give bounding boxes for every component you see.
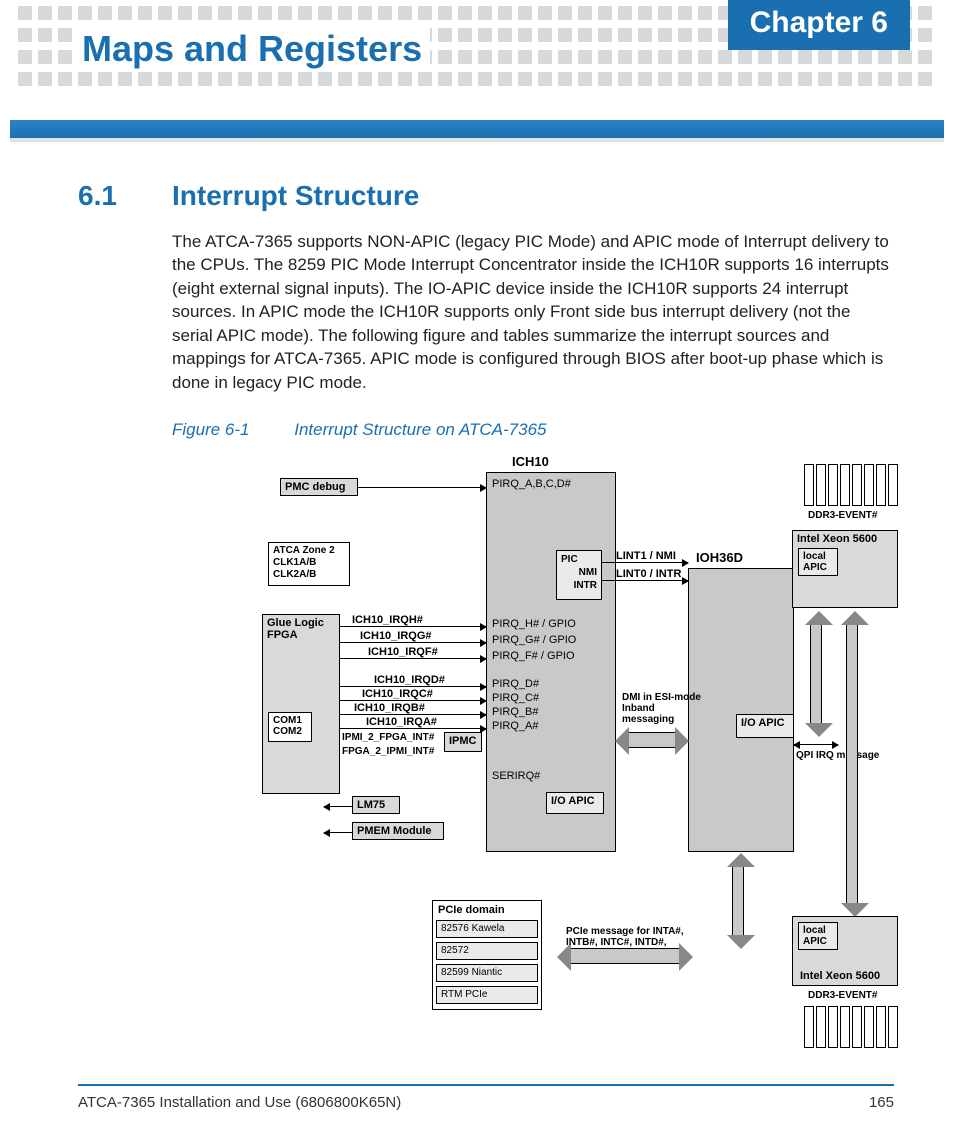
qpi-vert-2 [846, 624, 858, 904]
pcie-item-1: 82572 [436, 942, 538, 960]
io-apic1-block: I/O APIC [546, 792, 604, 814]
irqg-label: ICH10_IRQG# [360, 630, 432, 642]
arrow-irqd [340, 686, 486, 687]
lint1-label: LINT1 / NMI [616, 550, 676, 562]
local-apic-bottom: local APIC [798, 922, 838, 950]
pirqb-label: PIRQ_B# [492, 706, 538, 718]
irqh-label: ICH10_IRQH# [352, 614, 423, 626]
pirqc-label: PIRQ_C# [492, 692, 539, 704]
atca-zone-block: ATCA Zone 2 CLK1A/B CLK2A/B [268, 542, 350, 586]
arrow-lint1 [602, 562, 688, 563]
arrow-pmem [324, 832, 352, 833]
irqa-label: ICH10_IRQA# [366, 716, 437, 728]
arrow-lint0 [602, 580, 688, 581]
pirq-abcd-label: PIRQ_A,B,C,D# [492, 478, 571, 490]
content-area: 6.1 Interrupt Structure The ATCA-7365 su… [78, 180, 894, 1064]
document-title: Maps and Registers [78, 28, 430, 70]
arrow-irqf [340, 658, 486, 659]
section-body: The ATCA-7365 supports NON-APIC (legacy … [172, 230, 894, 394]
pcie-item-0: 82576 Kawela [436, 920, 538, 938]
header-bar [10, 120, 944, 142]
pic-label: PIC [561, 553, 597, 566]
figure-number: Figure 6-1 [172, 420, 249, 439]
io-apic2-block: I/O APIC [736, 714, 794, 738]
irqc-label: ICH10_IRQC# [362, 688, 433, 700]
arrow-irqb [340, 714, 486, 715]
intr-label: INTR [561, 579, 597, 592]
pcie-item-3: RTM PCIe [436, 986, 538, 1004]
irqf-label: ICH10_IRQF# [368, 646, 438, 658]
arrow-irqg [340, 642, 486, 643]
irqd-label: ICH10_IRQD# [374, 674, 445, 686]
nmi-label: NMI [561, 566, 597, 579]
arrow-lm75 [324, 806, 352, 807]
section-title: Interrupt Structure [172, 180, 419, 212]
ipmi2fpga-label: IPMI_2_FPGA_INT# [342, 732, 434, 743]
qpi-label: QPI IRQ message [796, 750, 879, 761]
chapter-tab: Chapter 6 [728, 0, 910, 50]
ioh36d-label: IOH36D [696, 550, 743, 565]
page-header: Chapter 6 Maps and Registers [0, 0, 954, 100]
arrow-pmc [358, 487, 486, 488]
lint0-label: LINT0 / INTR [616, 568, 681, 580]
ich10-label: ICH10 [512, 454, 549, 469]
dmi-arrow [628, 732, 676, 748]
glue-fpga-block: Glue Logic FPGA [262, 614, 340, 794]
ddr3-top-label: DDR3-EVENT# [808, 510, 877, 521]
arrow-irqc [340, 700, 486, 701]
qpi-vert-1 [810, 624, 822, 724]
footer-doc-id: ATCA-7365 Installation and Use (6806800K… [78, 1094, 401, 1111]
pirqa-label: PIRQ_A# [492, 720, 538, 732]
interrupt-structure-diagram: ICH10 PMC debug PIRQ_A,B,C,D# ATCA Zone … [196, 454, 926, 1064]
figure-title: Interrupt Structure on ATCA-7365 [294, 420, 546, 439]
local-apic-top: local APIC [798, 548, 838, 576]
fpga2ipmi-label: FPGA_2_IPMI_INT# [342, 746, 434, 757]
pirqh-label: PIRQ_H# / GPIO [492, 618, 576, 630]
ddr3-bottom-label: DDR3-EVENT# [808, 990, 877, 1001]
ioh-to-xeon-arrow [732, 866, 744, 936]
pirqg-label: PIRQ_G# / GPIO [492, 634, 576, 646]
section-heading: 6.1 Interrupt Structure [78, 180, 894, 212]
pmc-debug-block: PMC debug [280, 478, 358, 496]
dmi-label: DMI in ESI-mode Inband messaging [622, 692, 702, 725]
footer-page-number: 165 [869, 1094, 894, 1111]
serirq-label: SERIRQ# [492, 770, 540, 782]
dram-top [804, 464, 898, 506]
pmem-block: PMEM Module [352, 822, 444, 840]
pirqd-label: PIRQ_D# [492, 678, 539, 690]
pcie-item-2: 82599 Niantic [436, 964, 538, 982]
ipmc-block: IPMC [444, 732, 482, 752]
arrow-irqh [340, 626, 486, 627]
pcie-msg-arrow [570, 948, 680, 964]
page-footer: ATCA-7365 Installation and Use (6806800K… [78, 1084, 894, 1111]
section-number: 6.1 [78, 180, 124, 212]
dram-bottom [804, 1006, 898, 1048]
lm75-block: LM75 [352, 796, 400, 814]
com-block: COM1 COM2 [268, 712, 312, 742]
qpi-arrow [794, 744, 838, 745]
irqb-label: ICH10_IRQB# [354, 702, 425, 714]
pcie-domain-label: PCIe domain [438, 904, 505, 916]
arrow-irqa [340, 728, 486, 729]
figure-caption: Figure 6-1 Interrupt Structure on ATCA-7… [172, 420, 894, 440]
pcie-msg-label: PCIe message for INTA#, INTB#, INTC#, IN… [566, 926, 716, 948]
xeon-bottom-label: Intel Xeon 5600 [800, 970, 880, 982]
ioh36d-block [688, 568, 794, 852]
pirqf-label: PIRQ_F# / GPIO [492, 650, 575, 662]
pic-block: PIC NMI INTR [556, 550, 602, 600]
